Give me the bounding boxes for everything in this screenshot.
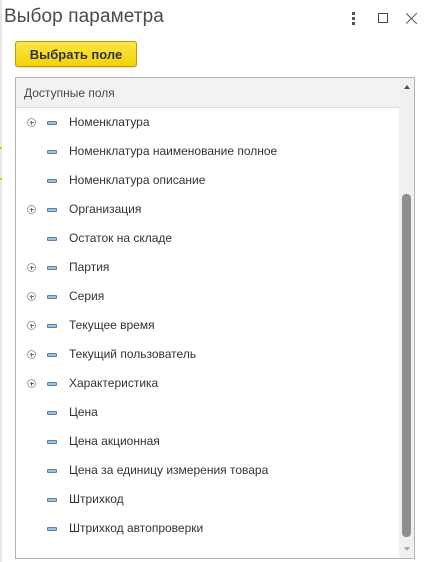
arrow-down-icon <box>403 547 410 551</box>
field-icon <box>47 353 57 357</box>
field-label: Цена за единицу измерения товара <box>69 463 269 477</box>
expand-plus-icon[interactable] <box>27 321 36 330</box>
field-row[interactable]: Цена акционная <box>16 427 399 456</box>
field-row[interactable]: Штрихкод <box>16 485 399 514</box>
expand-plus-icon[interactable] <box>27 263 36 272</box>
available-fields-header: Доступные поля <box>16 78 399 108</box>
expand-plus-icon[interactable] <box>27 350 36 359</box>
field-label: Цена акционная <box>69 434 160 448</box>
parameter-selection-window: Выбор параметра Выбрать поле Доступные п… <box>0 0 424 562</box>
field-row[interactable]: Цена за единицу измерения товара <box>16 456 399 485</box>
field-label: Цена <box>69 405 98 419</box>
field-label: Партия <box>69 260 110 274</box>
field-label: Серия <box>69 289 105 303</box>
field-icon <box>47 527 57 531</box>
field-icon <box>47 324 57 328</box>
left-edge-divider <box>0 0 2 562</box>
available-fields-panel: Доступные поля Номенклатура Номенклатура… <box>15 77 415 559</box>
vertical-dots-icon <box>351 11 355 25</box>
scrollbar-thumb[interactable] <box>402 194 411 537</box>
field-icon <box>47 440 57 444</box>
window-title: Выбор параметра <box>4 6 164 27</box>
field-label: Остаток на складе <box>69 231 173 245</box>
field-icon <box>47 179 57 183</box>
field-label: Штрихкод автопроверки <box>69 521 204 535</box>
field-label: Номенклатура описание <box>69 173 206 187</box>
field-icon <box>47 266 57 270</box>
fields-list: Номенклатура Номенклатура наименование п… <box>16 108 399 543</box>
scroll-up-button[interactable] <box>399 80 414 94</box>
maximize-icon <box>378 13 388 23</box>
expand-plus-icon[interactable] <box>27 118 36 127</box>
field-row[interactable]: Номенклатура наименование полное <box>16 137 399 166</box>
field-icon <box>47 382 57 386</box>
field-label: Номенклатура наименование полное <box>69 144 278 158</box>
field-icon <box>47 411 57 415</box>
field-label: Штрихкод <box>69 492 124 506</box>
field-row[interactable]: Партия <box>16 253 399 282</box>
expand-plus-icon[interactable] <box>27 205 36 214</box>
field-row[interactable]: Организация <box>16 195 399 224</box>
field-row[interactable]: Номенклатура описание <box>16 166 399 195</box>
field-icon <box>47 150 57 154</box>
expand-plus-icon[interactable] <box>27 292 36 301</box>
field-row[interactable]: Штрихкод автопроверки <box>16 514 399 543</box>
field-row[interactable]: Характеристика <box>16 369 399 398</box>
arrow-up-icon <box>403 85 410 89</box>
field-row[interactable]: Номенклатура <box>16 108 399 137</box>
field-row[interactable]: Остаток на складе <box>16 224 399 253</box>
maximize-button[interactable] <box>372 8 394 28</box>
field-label: Номенклатура <box>69 115 150 129</box>
field-row[interactable]: Текущее время <box>16 311 399 340</box>
field-label: Текущее время <box>69 318 155 332</box>
field-icon <box>47 121 57 125</box>
vertical-scrollbar[interactable] <box>399 78 414 558</box>
more-actions-button[interactable] <box>342 8 364 28</box>
field-row[interactable]: Текущий пользователь <box>16 340 399 369</box>
field-icon <box>47 295 57 299</box>
field-label: Текущий пользователь <box>69 347 197 361</box>
close-button[interactable] <box>400 8 422 28</box>
edge-marker <box>0 178 2 180</box>
edge-marker <box>0 147 2 149</box>
field-icon <box>47 237 57 241</box>
field-label: Организация <box>69 202 142 216</box>
select-field-button[interactable]: Выбрать поле <box>15 41 137 67</box>
field-label: Характеристика <box>69 376 159 390</box>
field-icon <box>47 208 57 212</box>
close-icon <box>405 12 418 25</box>
field-icon <box>47 469 57 473</box>
field-row[interactable]: Серия <box>16 282 399 311</box>
scroll-down-button[interactable] <box>399 542 414 556</box>
field-icon <box>47 498 57 502</box>
expand-plus-icon[interactable] <box>27 379 36 388</box>
field-row[interactable]: Цена <box>16 398 399 427</box>
